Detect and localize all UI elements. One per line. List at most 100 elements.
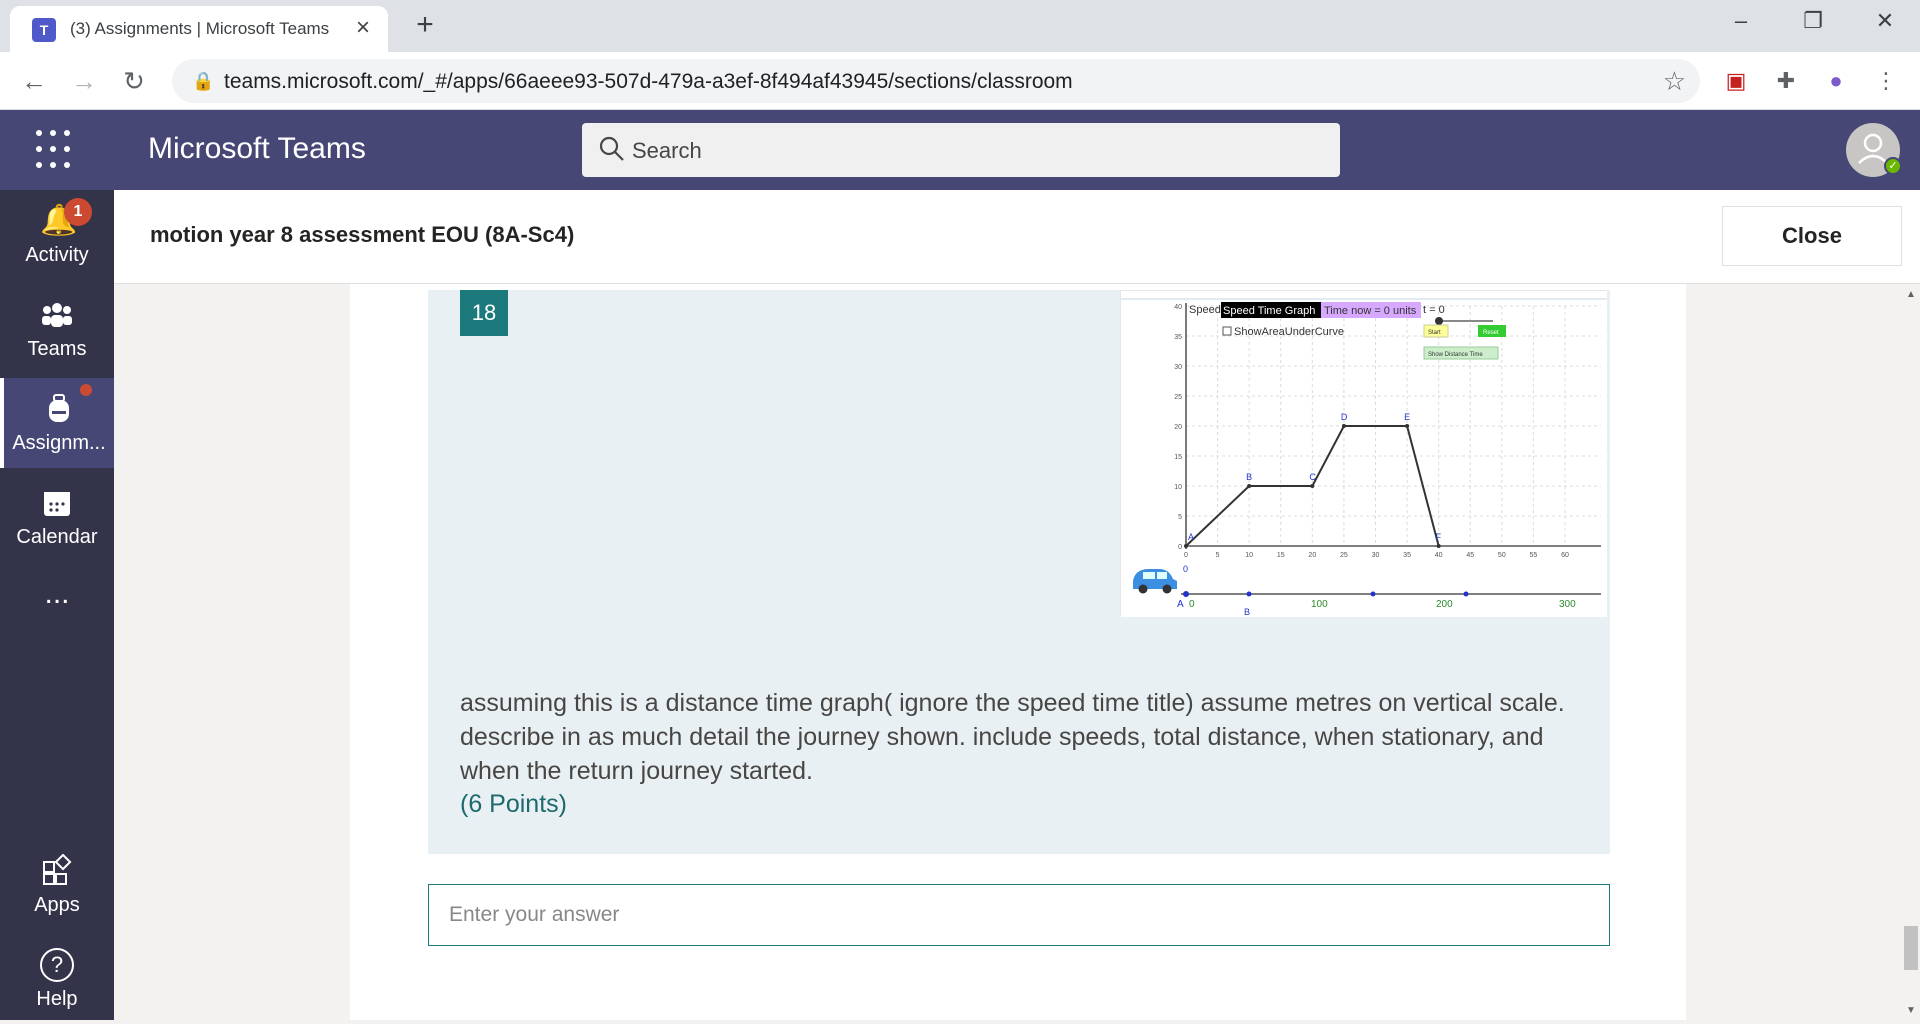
rail-item-teams[interactable]: Teams [0,284,114,374]
data-point-label: B [1246,472,1252,482]
assignments-notification-dot [80,384,92,396]
data-point [1184,544,1188,548]
line-tick-0: 0 [1189,599,1195,610]
calendar-icon [44,492,70,516]
data-point-label: C [1309,472,1316,482]
avatar[interactable]: ✓ [1846,123,1902,177]
question-number: 18 [460,290,508,336]
browser-toolbar: ← → ↻ 🔒 teams.microsoft.com/_#/apps/66ae… [0,52,1920,110]
start-button-label: Start [1428,330,1441,336]
rail-label-teams: Teams [27,338,87,360]
profile-icon[interactable]: ● [1820,65,1852,97]
y-tick-label: 40 [1174,304,1182,311]
area-checkbox[interactable] [1222,326,1232,336]
activity-badge: 1 [64,198,92,226]
scrollbar[interactable]: ▲ ▼ [1902,284,1920,1020]
new-tab-icon[interactable]: + [410,10,440,40]
reset-button-label: Reset [1483,330,1499,336]
search-placeholder: Search [632,138,702,163]
y-tick-label: 10 [1174,484,1182,491]
x-tick-label: 10 [1245,552,1253,559]
y-tick-label: 5 [1178,514,1182,521]
y-tick-label: 30 [1174,364,1182,371]
address-bar[interactable]: 🔒 teams.microsoft.com/_#/apps/66aeee93-5… [172,59,1700,103]
graph-time-now: Time now = 0 units [1324,305,1417,317]
backpack-icon [49,394,69,422]
answer-input[interactable] [429,885,1609,945]
scroll-up-icon[interactable]: ▲ [1902,288,1920,302]
rail-item-help[interactable]: ? Help [0,934,114,1024]
form-content: 18 0 5 10 15 20 25 30 35 40 0 5 10 15 20 25 30 35 40 45 50… [114,284,1902,1020]
data-point [1341,424,1346,428]
browser-menu-icon[interactable]: ⋮ [1870,65,1902,97]
svg-text:0: 0 [1183,564,1188,574]
line-tick-200: 200 [1436,599,1453,610]
bookmark-star-icon[interactable]: ☆ [1663,66,1686,97]
show-distance-label: Show Distance Time [1428,352,1483,358]
status-available-icon: ✓ [1884,157,1902,175]
data-point-label: F [1436,532,1442,542]
data-point-label: D [1341,412,1348,422]
x-tick-label: 0 [1184,552,1188,559]
x-tick-label: 40 [1435,552,1443,559]
back-icon[interactable]: ← [18,65,50,97]
teams-header: Microsoft Teams Search ✓ [0,110,1920,190]
x-tick-label: 55 [1530,552,1538,559]
url-text[interactable]: teams.microsoft.com/_#/apps/66aeee93-507… [224,70,1073,94]
extensions-puzzle-icon[interactable]: ✚ [1770,65,1802,97]
svg-text:A: A [1177,599,1184,610]
area-checkbox-label: ShowAreaUnderCurve [1234,326,1344,338]
y-tick-label: 35 [1174,334,1182,341]
x-tick-label: 50 [1498,552,1506,559]
data-point-label: E [1404,412,1410,422]
question-card: 18 0 5 10 15 20 25 30 35 40 0 5 10 15 20 25 30 35 40 45 50… [428,290,1610,854]
rail-item-assignments[interactable]: Assignm... [0,378,114,468]
rail-item-calendar[interactable]: Calendar [0,472,114,562]
answer-field[interactable] [428,884,1610,946]
question-image: 0 5 10 15 20 25 30 35 40 0 5 10 15 20 25 30 35 40 45 50 55 6… [1120,290,1607,617]
svg-text:B: B [1244,607,1250,617]
graph-title-box: Speed Time Graph [1223,305,1315,317]
forward-icon[interactable]: → [68,65,100,97]
x-tick-label: 35 [1403,552,1411,559]
scroll-down-icon[interactable]: ▼ [1902,1004,1920,1018]
rail-item-more[interactable]: ... [0,574,114,634]
rail-label-calendar: Calendar [16,526,98,548]
y-tick-label: 25 [1174,394,1182,401]
rail-item-activity[interactable]: 🔔 1 Activity [0,190,114,280]
close-button[interactable]: Close [1722,206,1902,266]
close-tab-icon[interactable]: × [350,15,376,41]
extension-shield-icon[interactable]: ▣ [1720,65,1752,97]
restore-icon[interactable]: ❐ [1788,6,1838,36]
rail-label-assignments: Assignm... [12,432,106,454]
x-tick-label: 30 [1372,552,1380,559]
rail-label-help: Help [36,988,78,1010]
more-apps-icon: ... [44,577,70,610]
y-tick-label: 20 [1174,424,1182,431]
rail-item-apps[interactable]: Apps [0,840,114,930]
search-box[interactable]: Search [582,123,1340,177]
help-icon: ? [40,948,74,982]
rail-label-activity: Activity [25,244,89,266]
data-point [1436,544,1441,548]
reload-icon[interactable]: ↻ [118,65,150,97]
question-points: (6 Points) [460,790,567,818]
data-point [1405,424,1410,428]
browser-tab[interactable]: T (3) Assignments | Microsoft Teams × [10,6,388,52]
x-tick-label: 20 [1308,552,1316,559]
y-tick-label: 0 [1178,544,1182,551]
lock-icon: 🔒 [192,71,215,91]
rail-label-apps: Apps [34,894,80,916]
x-tick-label: 60 [1561,552,1569,559]
x-tick-label: 25 [1340,552,1348,559]
scrollbar-thumb[interactable] [1904,926,1918,970]
close-window-icon[interactable]: ✕ [1860,6,1910,36]
app-rail: 🔔 1 Activity Teams Assignm... Calendar .… [0,190,114,1020]
app-launcher-icon[interactable] [36,130,76,170]
line-tick-100: 100 [1311,599,1328,610]
x-tick-label: 15 [1277,552,1285,559]
time-slider-handle[interactable] [1435,317,1443,325]
minimize-icon[interactable]: – [1716,6,1766,36]
speed-time-graph: 0 5 10 15 20 25 30 35 40 0 5 10 15 20 25 30 35 40 45 50 55 6… [1121,291,1607,617]
teams-people-icon [42,303,72,327]
